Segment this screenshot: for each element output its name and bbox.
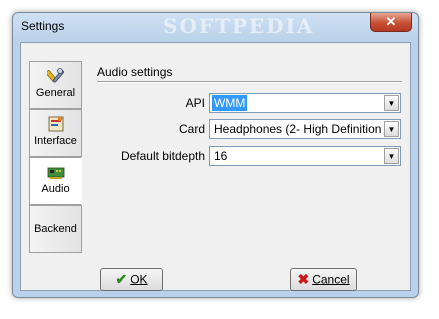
- tab-interface-label: Interface: [34, 135, 77, 147]
- bitdepth-value: 16: [214, 149, 228, 163]
- interface-icon: [48, 116, 63, 132]
- chevron-down-icon[interactable]: ▼: [384, 121, 399, 137]
- card-select[interactable]: Headphones (2- High Definition ▼: [209, 119, 401, 139]
- ok-label: OK: [130, 272, 148, 287]
- settings-tabs: General Interface Audio Backend: [29, 61, 82, 255]
- tab-backend-label: Backend: [34, 223, 77, 235]
- sound-card-icon: [47, 167, 64, 179]
- api-value: WMM: [212, 95, 248, 111]
- section-title: Audio settings: [97, 65, 173, 79]
- card-row: Card Headphones (2- High Definition ▼: [89, 119, 405, 139]
- card-value: Headphones (2- High Definition: [214, 122, 382, 136]
- tab-general[interactable]: General: [29, 61, 82, 109]
- checkmark-icon: ✔: [115, 271, 128, 288]
- cancel-label: Cancel: [312, 272, 350, 287]
- title-bar[interactable]: Settings SOFTPEDIA ✕: [13, 13, 418, 41]
- api-select[interactable]: WMM ▼: [209, 93, 401, 113]
- tab-backend[interactable]: Backend: [29, 205, 82, 253]
- api-label: API: [185, 96, 205, 110]
- tab-interface[interactable]: Interface: [29, 109, 82, 157]
- ok-button[interactable]: ✔ OK: [100, 268, 163, 291]
- close-button[interactable]: ✕: [370, 13, 412, 32]
- window-title: Settings: [21, 19, 65, 33]
- api-row: API WMM ▼: [89, 93, 405, 113]
- card-label: Card: [178, 122, 205, 136]
- settings-window: Settings SOFTPEDIA ✕ General Interface A…: [12, 12, 419, 298]
- chevron-down-icon[interactable]: ▼: [384, 148, 399, 164]
- audio-settings-panel: Audio settings API WMM ▼ Card Headphones…: [89, 53, 405, 258]
- tab-audio[interactable]: Audio: [29, 157, 82, 205]
- chevron-down-icon[interactable]: ▼: [384, 95, 399, 111]
- bitdepth-row: Default bitdepth 16 ▼: [89, 146, 405, 166]
- dialog-client-area: General Interface Audio Backend Audio se…: [20, 42, 411, 291]
- cancel-button[interactable]: ✖ Cancel: [290, 268, 357, 291]
- tab-general-label: General: [35, 87, 76, 99]
- bitdepth-label: Default bitdepth: [120, 149, 205, 163]
- bitdepth-select[interactable]: 16 ▼: [209, 146, 401, 166]
- tools-icon: [46, 68, 64, 83]
- tab-audio-label: Audio: [41, 183, 70, 195]
- close-icon: ✖: [297, 271, 310, 288]
- section-divider: [97, 81, 402, 83]
- watermark-logo: SOFTPEDIA: [163, 14, 315, 38]
- dialog-buttons: ✔ OK ✖ Cancel: [21, 263, 410, 291]
